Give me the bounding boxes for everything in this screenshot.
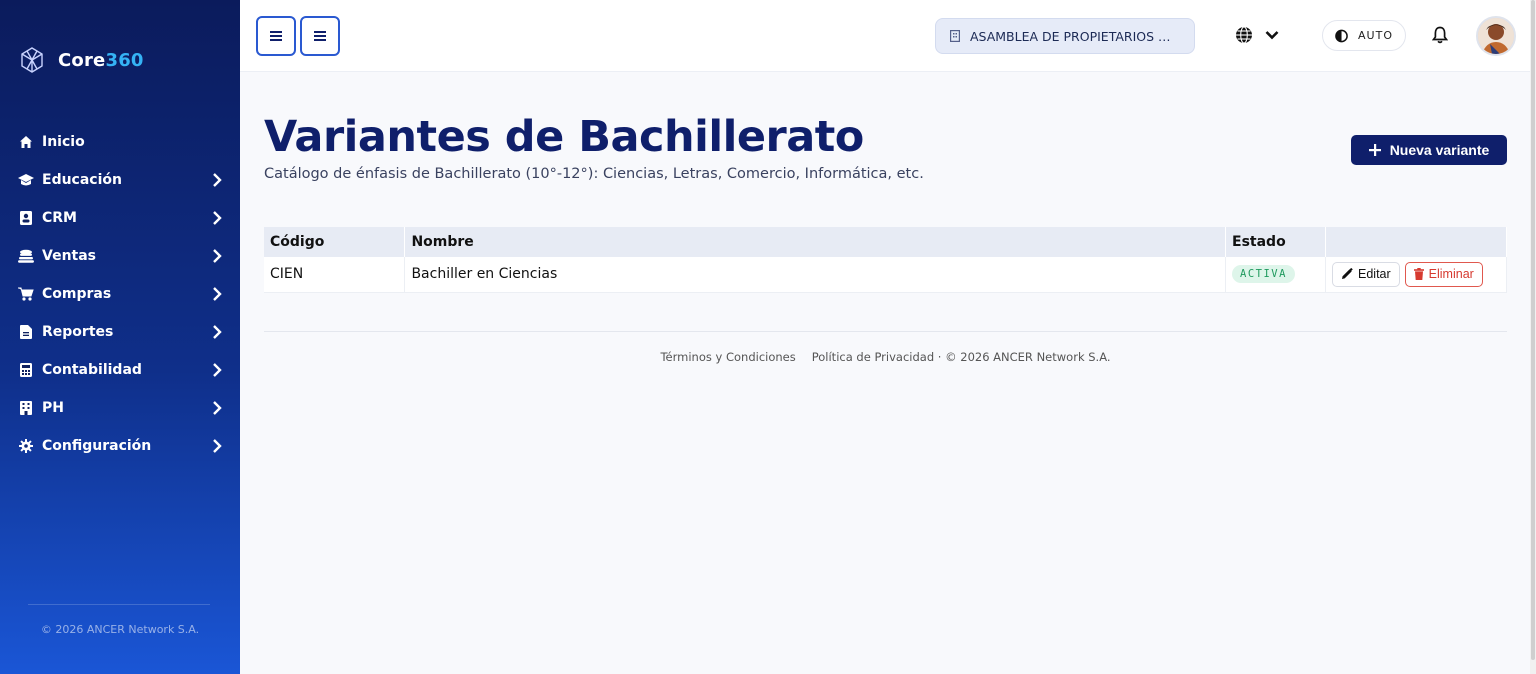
terms-link[interactable]: Términos y Condiciones (660, 350, 795, 364)
column-header-status[interactable]: Estado (1225, 227, 1326, 257)
brand-logo[interactable]: Core360 (18, 46, 144, 74)
avatar-image (1478, 18, 1514, 54)
chevron-right-icon (213, 363, 222, 377)
cell-actions: Editar Eliminar (1325, 257, 1507, 293)
new-variant-button[interactable]: Nueva variante (1351, 135, 1507, 165)
privacy-link[interactable]: Política de Privacidad (812, 350, 934, 364)
column-header-code[interactable]: Código (264, 227, 406, 257)
sidebar-copyright: © 2026 ANCER Network S.A. (40, 623, 200, 636)
theme-toggle[interactable]: AUTO (1322, 20, 1406, 51)
edit-label: Editar (1358, 267, 1391, 282)
file-icon (18, 324, 34, 340)
sidebar-item-label: Compras (42, 286, 112, 302)
sidebar-item-label: Inicio (42, 134, 85, 150)
contact-card-icon (18, 210, 34, 226)
new-variant-label: Nueva variante (1389, 142, 1490, 158)
column-header-name[interactable]: Nombre (404, 227, 1227, 257)
footer: Términos y Condiciones Política de Privac… (264, 350, 1507, 364)
sidebar-item-label: Educación (42, 172, 122, 188)
notifications-button[interactable] (1431, 26, 1449, 48)
sidebar-nav: Inicio Educación CRM Ventas Compras Repo… (0, 123, 240, 465)
sidebar-item-label: CRM (42, 210, 77, 226)
brand-name: Core360 (58, 49, 144, 71)
bell-icon (1431, 26, 1449, 44)
footer-copyright: · © 2026 ANCER Network S.A. (937, 350, 1111, 364)
sidebar-item-crm[interactable]: CRM (0, 199, 240, 237)
table-header-row: Código Nombre Estado (264, 227, 1507, 257)
menu-toggle-button[interactable] (300, 16, 340, 56)
column-header-actions (1325, 227, 1507, 257)
table-row: CIEN Bachiller en Ciencias ACTIVA Editar… (264, 257, 1507, 293)
sidebar-item-educacion[interactable]: Educación (0, 161, 240, 199)
chevron-right-icon (213, 287, 222, 301)
sidebar-item-inicio[interactable]: Inicio (0, 123, 240, 161)
sidebar-item-ph[interactable]: PH (0, 389, 240, 427)
variants-table: Código Nombre Estado CIEN Bachiller en C… (264, 227, 1507, 293)
scrollbar-thumb[interactable] (1531, 0, 1535, 660)
theme-label: AUTO (1358, 29, 1393, 42)
home-icon (18, 134, 34, 150)
sidebar-item-label: PH (42, 400, 64, 416)
sidebar-item-label: Reportes (42, 324, 114, 340)
chevron-right-icon (213, 325, 222, 339)
edit-button[interactable]: Editar (1332, 261, 1400, 287)
sidebar-item-reportes[interactable]: Reportes (0, 313, 240, 351)
chevron-right-icon (213, 439, 222, 453)
shopping-cart-icon (18, 286, 34, 302)
sidebar-divider (28, 604, 210, 605)
sidebar: Core360 Inicio Educación CRM Ventas Comp… (0, 0, 240, 674)
delete-label: Eliminar (1428, 267, 1474, 282)
sidebar-toggle-button[interactable] (256, 16, 296, 56)
delete-button[interactable]: Eliminar (1404, 261, 1483, 287)
globe-icon (1236, 26, 1252, 44)
chevron-down-icon (1265, 31, 1279, 40)
coins-icon (18, 248, 34, 264)
organization-selector[interactable]: ASAMBLEA DE PROPIETARIOS DE … (935, 18, 1195, 54)
cell-code: CIEN (264, 257, 406, 293)
sidebar-item-label: Contabilidad (42, 362, 142, 378)
topbar: ASAMBLEA DE PROPIETARIOS DE … AUTO (240, 0, 1530, 72)
pencil-icon (1342, 268, 1353, 280)
sidebar-item-compras[interactable]: Compras (0, 275, 240, 313)
page-subtitle: Catálogo de énfasis de Bachillerato (10°… (264, 166, 924, 182)
chevron-right-icon (213, 249, 222, 263)
chevron-right-icon (213, 401, 222, 415)
sidebar-item-label: Ventas (42, 248, 97, 264)
building-icon (950, 30, 960, 42)
sidebar-item-contabilidad[interactable]: Contabilidad (0, 351, 240, 389)
menu-icon (270, 31, 282, 41)
building-icon (18, 400, 34, 416)
sidebar-item-configuracion[interactable]: Configuración (0, 427, 240, 465)
footer-divider (264, 331, 1507, 332)
contrast-icon (1335, 29, 1348, 42)
plus-icon (1368, 144, 1381, 156)
cell-status: ACTIVA (1225, 257, 1326, 293)
status-badge: ACTIVA (1232, 265, 1295, 284)
page-title: Variantes de Bachillerato (264, 112, 864, 162)
user-avatar[interactable] (1476, 16, 1516, 56)
chevron-right-icon (213, 173, 222, 187)
chevron-right-icon (213, 211, 222, 225)
logo-icon (21, 47, 43, 73)
sidebar-item-label: Configuración (42, 438, 152, 454)
menu-icon (314, 31, 326, 41)
calculator-icon (18, 362, 34, 378)
sidebar-item-ventas[interactable]: Ventas (0, 237, 240, 275)
trash-icon (1413, 268, 1424, 281)
gear-icon (18, 438, 34, 454)
graduation-cap-icon (18, 172, 34, 188)
language-selector[interactable] (1235, 26, 1279, 44)
cell-name: Bachiller en Ciencias (404, 257, 1227, 293)
organization-name: ASAMBLEA DE PROPIETARIOS DE … (970, 28, 1178, 44)
